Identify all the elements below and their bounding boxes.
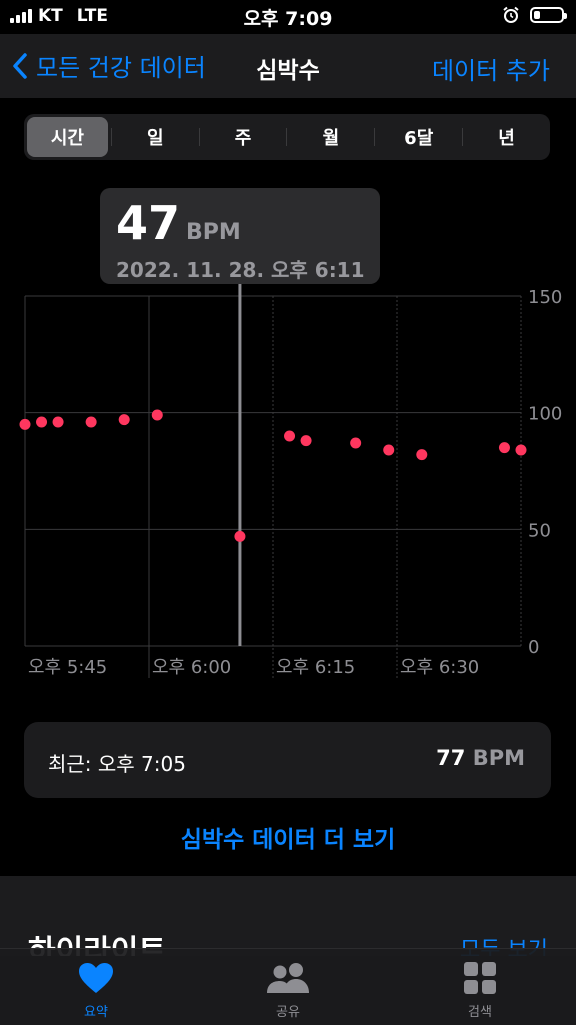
tab-browse-label: 검색 — [468, 1005, 492, 1020]
tab-sharing[interactable]: 공유 — [192, 949, 384, 1025]
heart-rate-point — [234, 530, 246, 542]
latest-bpm-unit: BPM — [472, 746, 525, 770]
selected-reading-tooltip: 47 BPM 2022. 11. 28. 오후 6:11 — [100, 188, 380, 284]
chart-y-tick-label: 0 — [528, 637, 539, 658]
latest-reading-value: 77 BPM — [436, 746, 525, 770]
latest-bpm-value: 77 — [436, 746, 466, 770]
highlights-section: 하이라이트 모두 보기 — [0, 876, 576, 956]
heart-rate-point — [19, 418, 31, 430]
selected-datetime: 2022. 11. 28. 오후 6:11 — [116, 258, 365, 282]
time-range-segmented-control: 시간 일 주 월 6달 년 — [24, 114, 550, 160]
chart-y-tick-label: 50 — [528, 520, 551, 541]
heart-rate-point — [118, 414, 130, 426]
chevron-left-icon — [13, 52, 27, 79]
chart-x-tick-label: 오후 6:00 — [152, 657, 231, 678]
back-button[interactable]: 모든 건강 데이터 — [12, 48, 206, 83]
heart-rate-point — [498, 442, 510, 454]
heart-rate-point — [52, 416, 64, 428]
selected-bpm-unit: BPM — [186, 220, 241, 245]
alarm-icon — [503, 6, 519, 23]
grid-icon — [464, 962, 496, 994]
segment-week[interactable]: 주 — [203, 117, 284, 157]
segment-hour[interactable]: 시간 — [27, 117, 108, 157]
tab-summary-label: 요약 — [84, 1005, 108, 1020]
navigation-bar: 모든 건강 데이터 심박수 데이터 추가 — [0, 34, 576, 98]
selected-bpm-value: 47 — [116, 196, 181, 250]
heart-rate-point — [515, 444, 527, 456]
heart-rate-point — [383, 444, 395, 456]
tab-summary[interactable]: 요약 — [0, 949, 192, 1025]
tab-browse[interactable]: 검색 — [384, 949, 576, 1025]
chart-y-tick-label: 150 — [528, 287, 562, 308]
heart-rate-point — [350, 437, 362, 449]
tab-bar: 요약 공유 검색 — [0, 948, 576, 1025]
heart-rate-point — [416, 449, 428, 461]
segment-month[interactable]: 월 — [290, 117, 371, 157]
status-bar: KT LTE 오후 7:09 — [0, 0, 576, 34]
segment-divider — [198, 128, 200, 146]
heart-rate-point — [36, 416, 48, 428]
chart-x-tick-label: 오후 6:15 — [276, 657, 355, 678]
people-icon — [267, 963, 309, 993]
tab-sharing-label: 공유 — [276, 1005, 300, 1020]
heart-icon — [79, 963, 113, 993]
heart-rate-point — [300, 435, 312, 447]
heart-rate-point — [151, 409, 163, 421]
latest-reading-label: 최근: 오후 7:05 — [48, 752, 186, 776]
segment-year[interactable]: 년 — [466, 117, 547, 157]
back-button-label: 모든 건강 데이터 — [36, 54, 206, 82]
heart-rate-point — [85, 416, 97, 428]
chart-x-tick-label: 오후 5:45 — [28, 657, 107, 678]
latest-reading-card[interactable]: 최근: 오후 7:05 77 BPM — [24, 722, 551, 798]
segment-six-months[interactable]: 6달 — [378, 117, 459, 157]
heart-rate-point — [284, 430, 296, 442]
add-data-button[interactable]: 데이터 추가 — [432, 51, 550, 86]
chart-x-tick-label: 오후 6:30 — [400, 657, 479, 678]
segment-divider — [462, 128, 464, 146]
status-right — [502, 6, 567, 24]
battery-icon — [530, 7, 567, 23]
status-time: 오후 7:09 — [243, 8, 333, 30]
heart-rate-chart[interactable]: 150 100 50 0 오후 5:45 오후 6:00 오후 6:15 오후 6:30 — [0, 280, 576, 690]
page-title: 심박수 — [256, 58, 320, 84]
segment-divider — [110, 128, 112, 146]
segment-divider — [286, 128, 288, 146]
segment-day[interactable]: 일 — [115, 117, 196, 157]
chart-y-tick-label: 100 — [528, 404, 562, 425]
more-heart-rate-data-link[interactable]: 심박수 데이터 더 보기 — [0, 820, 576, 854]
segment-divider — [374, 128, 376, 146]
